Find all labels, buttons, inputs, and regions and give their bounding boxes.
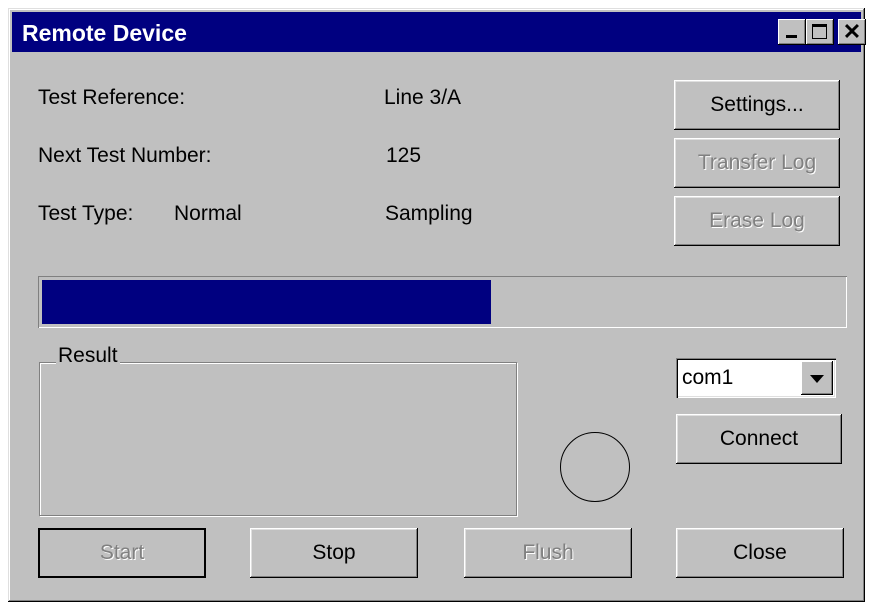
flush-button[interactable]: Flush — [464, 528, 632, 578]
settings-button[interactable]: Settings... — [674, 80, 840, 130]
connection-status-indicator — [560, 432, 630, 502]
title-bar[interactable]: Remote Device ✕ — [12, 12, 866, 52]
port-select-value: com1 — [682, 366, 734, 389]
test-type-label: Test Type: — [38, 202, 134, 225]
minimize-icon — [786, 35, 797, 38]
connect-button[interactable]: Connect — [676, 414, 842, 464]
close-button[interactable]: Close — [676, 528, 844, 578]
next-test-number-value: 125 — [386, 144, 422, 167]
next-test-number-label: Next Test Number: — [38, 144, 212, 167]
window-title: Remote Device — [22, 20, 187, 46]
test-type-mode: Normal — [174, 202, 242, 225]
test-type-value: Sampling — [385, 202, 473, 225]
maximize-button[interactable] — [806, 19, 834, 45]
test-reference-label: Test Reference: — [38, 86, 186, 109]
test-reference-value: Line 3/A — [384, 86, 462, 109]
chevron-down-icon — [810, 375, 824, 383]
maximize-icon — [812, 24, 827, 39]
port-select[interactable]: com1 — [676, 358, 836, 398]
stop-button[interactable]: Stop — [250, 528, 418, 578]
remote-device-window: Remote Device ✕ Test Reference: Line 3/A… — [8, 8, 866, 602]
progress-bar-fill — [42, 280, 491, 324]
close-window-button[interactable]: ✕ — [838, 19, 866, 45]
transfer-log-button[interactable]: Transfer Log — [674, 138, 840, 188]
erase-log-button[interactable]: Erase Log — [674, 196, 840, 246]
progress-bar — [38, 276, 847, 328]
port-dropdown-button[interactable] — [801, 361, 833, 395]
start-button[interactable]: Start — [38, 528, 206, 578]
minimize-button[interactable] — [778, 19, 806, 45]
result-group-label: Result — [56, 344, 120, 368]
result-group — [39, 362, 517, 516]
close-icon: ✕ — [842, 19, 862, 44]
